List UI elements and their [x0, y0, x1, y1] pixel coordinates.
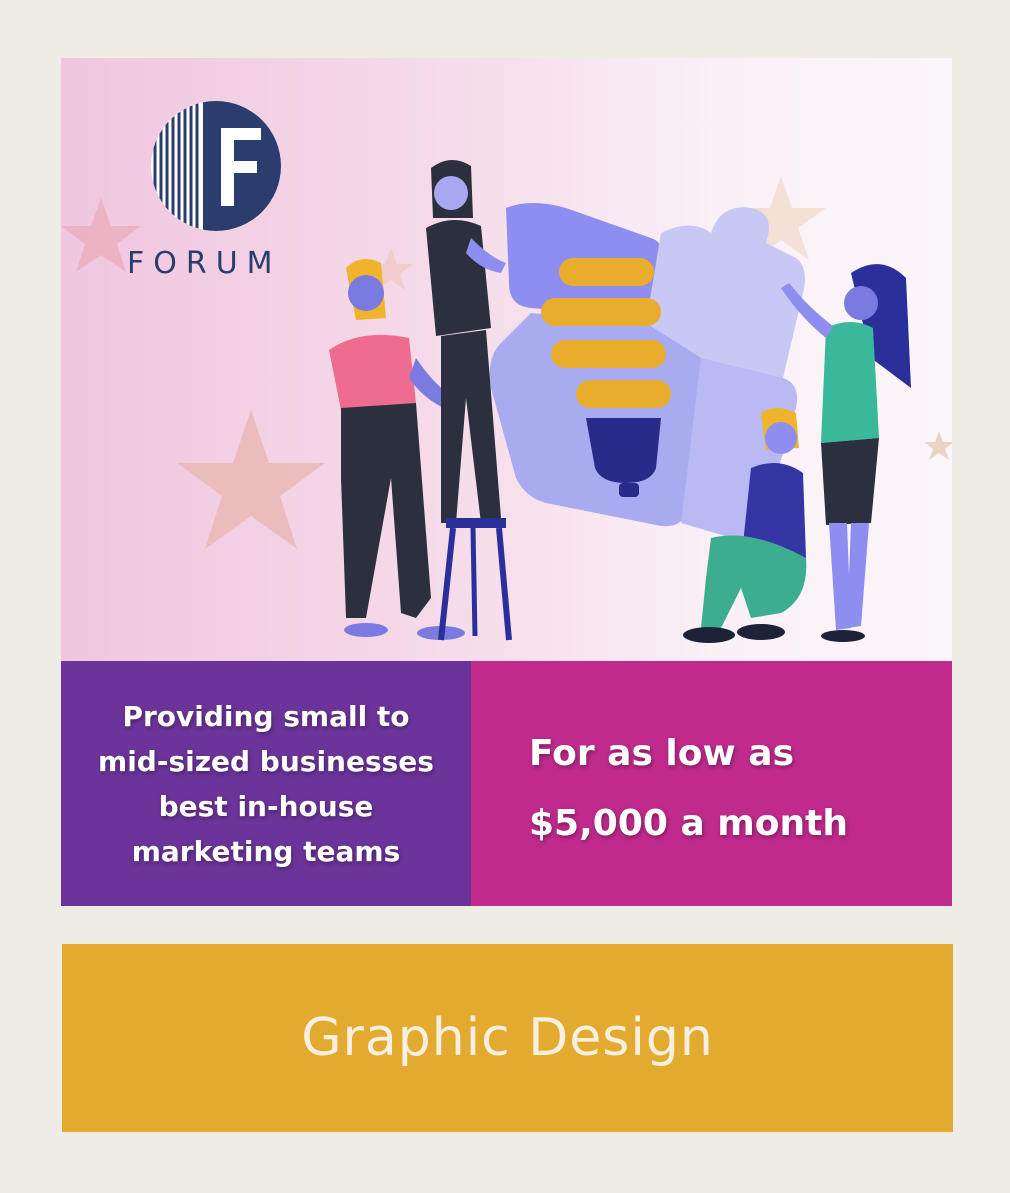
banner-price-panel: For as low as $5,000 a month — [471, 661, 952, 906]
forum-wordmark: FORUM — [127, 246, 282, 281]
banner-tagline-text: Providing small to mid-sized businesses … — [98, 699, 434, 868]
star-icon — [924, 431, 952, 460]
banner-tagline-panel: Providing small to mid-sized businesses … — [61, 661, 471, 906]
banner-price-text: For as low as $5,000 a month — [529, 733, 848, 844]
category-caption-button[interactable]: Graphic Design — [62, 944, 953, 1132]
team-illustration: FORUM — [61, 58, 952, 661]
category-caption-label[interactable]: Graphic Design — [301, 1008, 714, 1068]
forum-logo-icon — [151, 101, 281, 231]
illustration-art — [61, 101, 952, 643]
advertisement-banner: FORUM Providing small to mid-sized busin… — [61, 58, 952, 906]
portfolio-card[interactable]: FORUM Providing small to mid-sized busin… — [0, 0, 1010, 1193]
star-icon — [177, 410, 325, 549]
